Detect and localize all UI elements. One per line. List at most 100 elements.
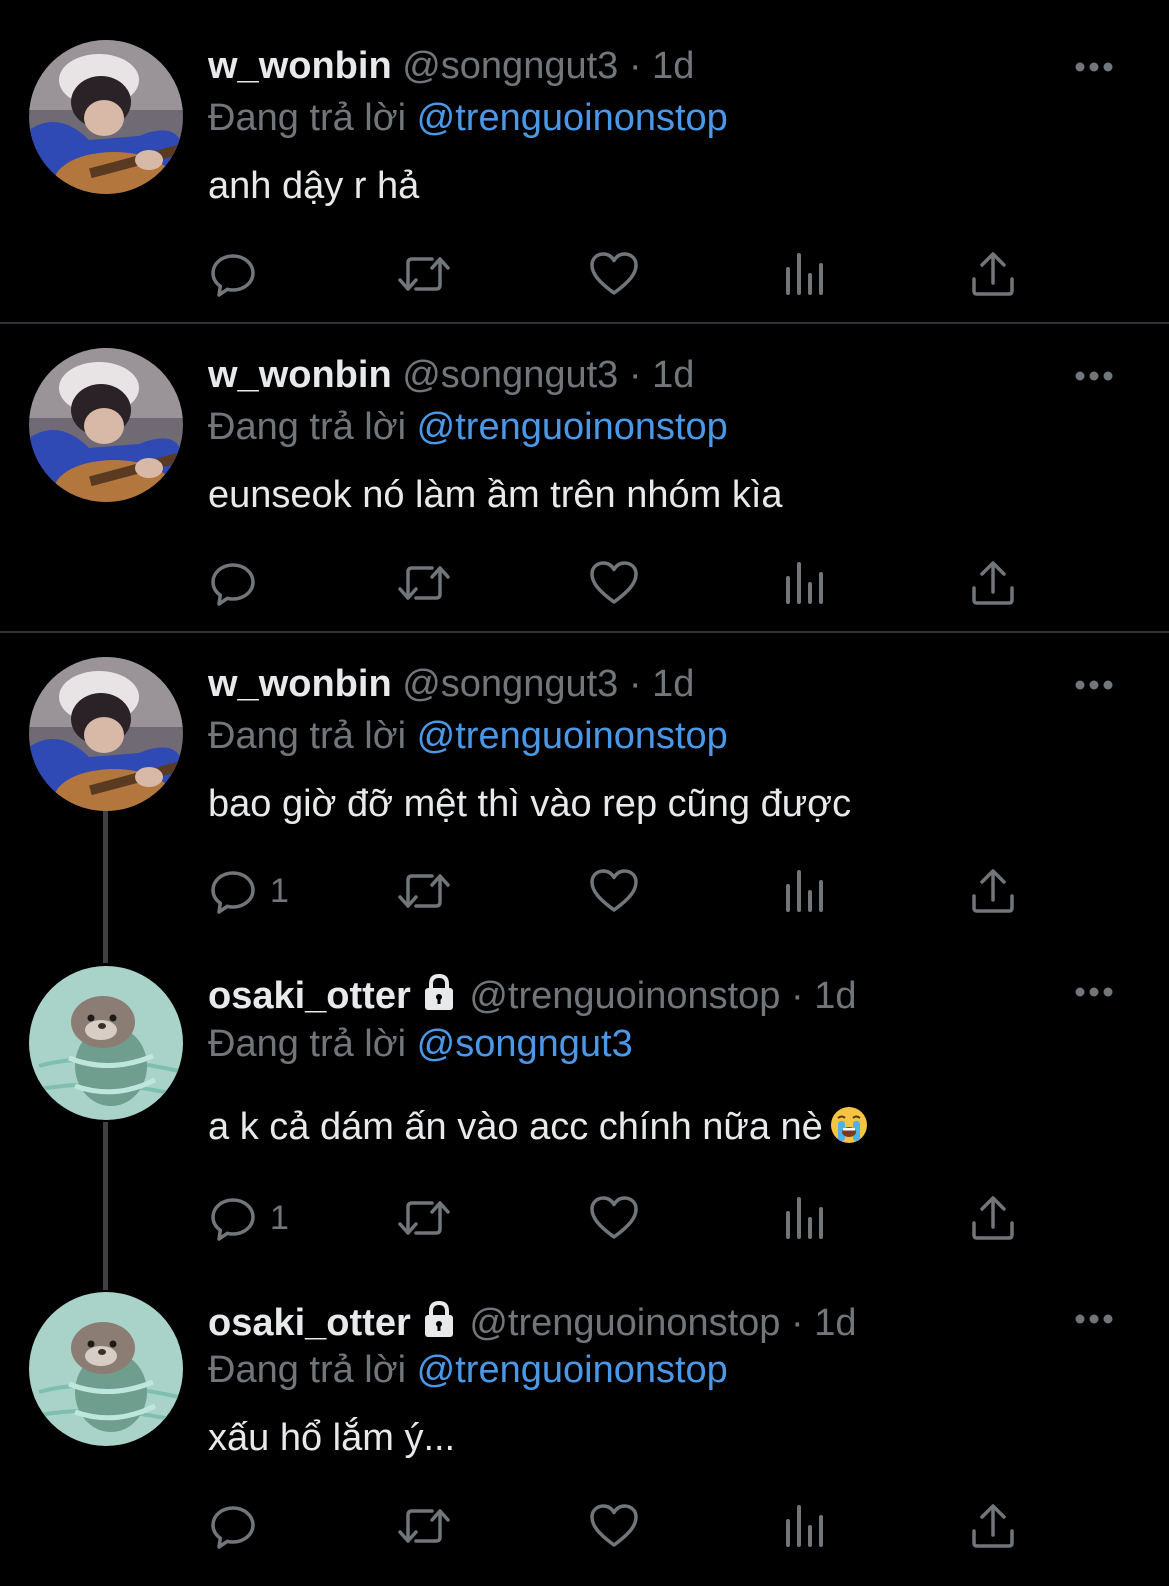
- replying-to: Đang trả lời @trenguoinonstop: [208, 713, 728, 759]
- more-icon: [1075, 62, 1113, 72]
- tweet-text-content: a k cả dám ấn vào acc chính nữa nè: [208, 1106, 823, 1148]
- display-name[interactable]: w_wonbin: [208, 354, 392, 396]
- user-handle[interactable]: @trenguoinonstop: [469, 1302, 780, 1344]
- retweet-icon: [398, 566, 450, 600]
- views-button[interactable]: [782, 557, 826, 609]
- mention-link[interactable]: @trenguoinonstop: [417, 97, 728, 139]
- separator: ·: [791, 1302, 804, 1344]
- user-handle[interactable]: @songngut3: [402, 663, 618, 705]
- retweet-button[interactable]: [396, 1192, 452, 1244]
- views-button[interactable]: [782, 1500, 826, 1552]
- reply-button[interactable]: [208, 248, 270, 300]
- display-name[interactable]: osaki_otter: [208, 975, 411, 1017]
- timestamp[interactable]: 1d: [652, 663, 694, 705]
- replying-to: Đang trả lời @trenguoinonstop: [208, 404, 728, 450]
- more-button[interactable]: [1074, 366, 1114, 386]
- tweet-header: osaki_otter @trenguoinonstop · 1d: [208, 972, 857, 1023]
- retweet-button[interactable]: [396, 248, 452, 300]
- tweet-text: a k cả dám ấn vào acc chính nữa nè: [208, 1104, 869, 1156]
- more-button[interactable]: [1074, 1309, 1114, 1329]
- replying-to-label: Đang trả lời: [208, 97, 407, 139]
- mention-link[interactable]: @trenguoinonstop: [417, 1349, 728, 1391]
- more-button[interactable]: [1074, 57, 1114, 77]
- avatar[interactable]: [29, 966, 183, 1120]
- replying-to: Đang trả lời @songngut3: [208, 1021, 633, 1067]
- heart-icon: [590, 1504, 638, 1547]
- display-name[interactable]: w_wonbin: [208, 663, 392, 705]
- more-icon: [1075, 680, 1113, 690]
- like-button[interactable]: [588, 865, 640, 917]
- timestamp[interactable]: 1d: [652, 354, 694, 396]
- views-button[interactable]: [782, 1192, 826, 1244]
- timestamp[interactable]: 1d: [652, 45, 694, 87]
- user-handle[interactable]: @trenguoinonstop: [469, 975, 780, 1017]
- separator: ·: [791, 975, 804, 1017]
- mention-link[interactable]: @songngut3: [417, 1023, 633, 1065]
- like-button[interactable]: [588, 1500, 640, 1552]
- display-name[interactable]: osaki_otter: [208, 1302, 411, 1344]
- tweet-text: bao giờ đỡ mệt thì vào rep cũng được: [208, 783, 852, 825]
- tweet-1[interactable]: w_wonbin @songngut3 · 1d Đang trả lời @t…: [0, 0, 1169, 324]
- share-button[interactable]: [970, 1500, 1016, 1552]
- like-button[interactable]: [588, 248, 640, 300]
- separator: ·: [628, 354, 642, 396]
- timestamp[interactable]: 1d: [814, 975, 856, 1017]
- more-icon: [1075, 987, 1113, 997]
- retweet-icon: [398, 874, 450, 908]
- user-handle[interactable]: @songngut3: [402, 45, 618, 87]
- user-handle[interactable]: @songngut3: [402, 354, 618, 396]
- avatar[interactable]: [29, 348, 183, 502]
- share-icon: [972, 561, 1014, 605]
- more-button[interactable]: [1074, 675, 1114, 695]
- mention-link[interactable]: @trenguoinonstop: [417, 406, 728, 448]
- avatar[interactable]: [29, 657, 183, 811]
- reply-button[interactable]: 1: [208, 865, 289, 917]
- display-name[interactable]: w_wonbin: [208, 45, 392, 87]
- share-button[interactable]: [970, 1192, 1016, 1244]
- retweet-button[interactable]: [396, 865, 452, 917]
- timestamp[interactable]: 1d: [814, 1302, 856, 1344]
- retweet-button[interactable]: [396, 557, 452, 609]
- lock-icon: [419, 1299, 459, 1350]
- reply-button[interactable]: [208, 557, 270, 609]
- like-button[interactable]: [588, 557, 640, 609]
- analytics-icon: [786, 1505, 823, 1547]
- share-button[interactable]: [970, 865, 1016, 917]
- replying-to-label: Đang trả lời: [208, 1023, 407, 1065]
- reply-button[interactable]: [208, 1500, 270, 1552]
- more-button[interactable]: [1074, 982, 1114, 1002]
- tweet-4[interactable]: osaki_otter @trenguoinonstop · 1d Đang t…: [0, 943, 1169, 1268]
- tweet-2[interactable]: w_wonbin @songngut3 · 1d Đang trả lời @t…: [0, 324, 1169, 632]
- reply-icon: [211, 1198, 255, 1241]
- tweet-header: w_wonbin @songngut3 · 1d: [208, 661, 694, 707]
- views-button[interactable]: [782, 865, 826, 917]
- retweet-button[interactable]: [396, 1500, 452, 1552]
- reply-icon: [211, 563, 255, 606]
- tweet-5[interactable]: osaki_otter @trenguoinonstop · 1d Đang t…: [0, 1268, 1169, 1586]
- views-button[interactable]: [782, 248, 826, 300]
- like-button[interactable]: [588, 1192, 640, 1244]
- action-bar: [208, 557, 1038, 609]
- more-icon: [1075, 371, 1113, 381]
- avatar[interactable]: [29, 40, 183, 194]
- reply-count: 1: [270, 871, 289, 910]
- replying-to-label: Đang trả lời: [208, 715, 407, 757]
- replying-to: Đang trả lời @trenguoinonstop: [208, 1347, 728, 1393]
- mention-link[interactable]: @trenguoinonstop: [417, 715, 728, 757]
- share-icon: [972, 869, 1014, 913]
- avatar[interactable]: [29, 1292, 183, 1446]
- action-bar: 1: [208, 1192, 1038, 1244]
- heart-icon: [590, 1196, 638, 1239]
- retweet-icon: [398, 1509, 450, 1543]
- tweet-header: w_wonbin @songngut3 · 1d: [208, 43, 694, 89]
- replying-to-label: Đang trả lời: [208, 1349, 407, 1391]
- tweet-text: anh dậy r hả: [208, 165, 420, 207]
- share-button[interactable]: [970, 248, 1016, 300]
- reply-button[interactable]: 1: [208, 1192, 289, 1244]
- share-button[interactable]: [970, 557, 1016, 609]
- separator: ·: [628, 663, 642, 705]
- tweet-3[interactable]: w_wonbin @songngut3 · 1d Đang trả lời @t…: [0, 633, 1169, 943]
- tweet-header: w_wonbin @songngut3 · 1d: [208, 352, 694, 398]
- replying-to-label: Đang trả lời: [208, 406, 407, 448]
- replying-to: Đang trả lời @trenguoinonstop: [208, 95, 728, 141]
